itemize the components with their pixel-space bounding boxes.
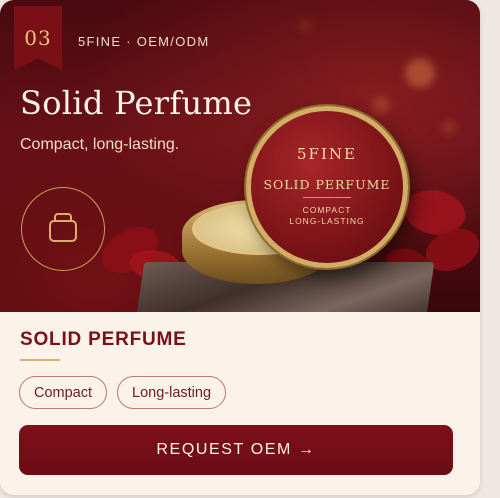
icon-circle — [21, 187, 105, 271]
product-card: 5FINE SOLID PERFUME COMPACT LONG-LASTING… — [0, 0, 480, 495]
lid-brand: 5FINE — [297, 145, 357, 163]
badge-number: 03 — [24, 26, 52, 50]
tag-long-lasting[interactable]: Long-lasting — [117, 376, 227, 409]
tag-list: Compact Long-lasting — [19, 376, 227, 409]
hero-image: 5FINE SOLID PERFUME COMPACT LONG-LASTING… — [0, 0, 480, 312]
section-title: SOLID PERFUME — [20, 329, 187, 350]
tag-compact[interactable]: Compact — [19, 376, 108, 409]
compact-tin-icon — [46, 210, 80, 249]
hero-subtitle: Compact, long-lasting. — [20, 136, 180, 153]
lid-tagline: COMPACT LONG-LASTING — [289, 205, 365, 226]
number-badge: 03 — [14, 6, 62, 70]
lid-divider — [303, 197, 351, 198]
brand-line: 5FINE · OEM/ODM — [78, 34, 210, 49]
tin-lid: 5FINE SOLID PERFUME COMPACT LONG-LASTING — [246, 106, 408, 268]
hero-title: Solid Perfume — [20, 84, 253, 122]
request-oem-button[interactable]: REQUEST OEM → — [19, 425, 453, 475]
title-underline — [20, 359, 60, 361]
lid-product-name: SOLID PERFUME — [263, 177, 391, 192]
